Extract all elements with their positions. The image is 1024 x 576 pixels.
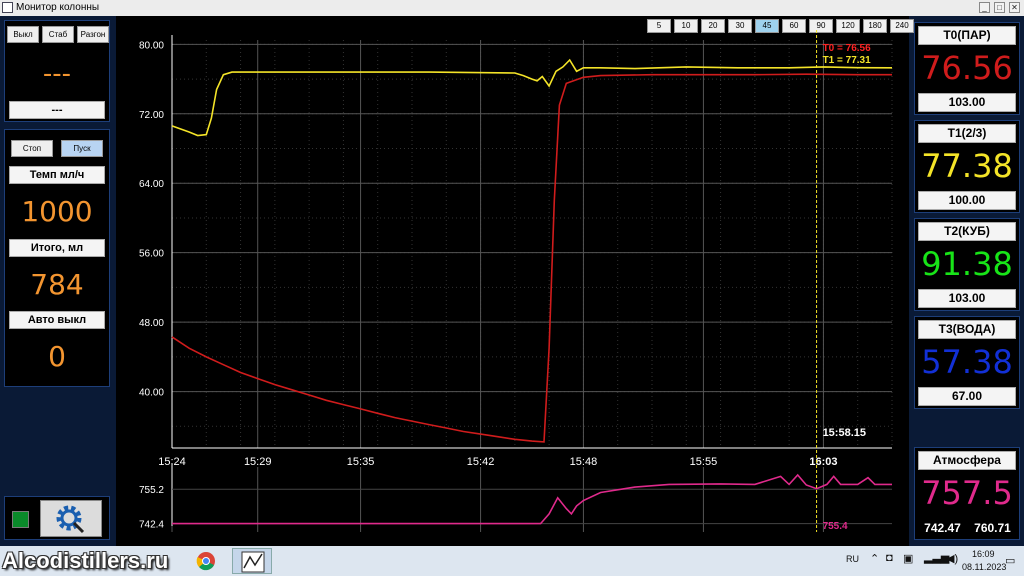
clock-date[interactable]: 08.11.2023: [962, 562, 1006, 572]
window-title: Монитор колонны: [16, 2, 100, 13]
sensor-t2-title: T2(КУБ): [918, 222, 1016, 241]
mode-stab-button[interactable]: Стаб: [42, 26, 74, 43]
x-tick-label: 15:35: [347, 456, 375, 468]
mode-status-sub: ---: [9, 101, 105, 119]
atmosphere-max: 760.71: [974, 521, 1011, 535]
sensor-t3-setpoint[interactable]: 67.00: [918, 387, 1016, 406]
sensor-t0-setpoint[interactable]: 103.00: [918, 93, 1016, 112]
taskbar: Alcodistillers.ru RU ⌃ ◘ ▣ ▂▃▅ ◀) 16:09 …: [0, 546, 1024, 576]
rate-value: 1000: [21, 195, 93, 228]
temperature-series-line-0: [171, 73, 892, 443]
sensor-t0-value: 76.56: [921, 49, 1013, 87]
tray-network-icon[interactable]: ▣: [903, 552, 913, 565]
clock-time[interactable]: 16:09: [972, 549, 995, 559]
pressure-series-line-0: [172, 473, 892, 525]
language-indicator[interactable]: RU: [846, 554, 859, 564]
sensor-t3-title: T3(ВОДА): [918, 320, 1016, 339]
x-tick-label: 16:03: [809, 456, 837, 468]
tray-app-icon[interactable]: ◘: [886, 552, 893, 564]
minimize-button[interactable]: _: [979, 2, 990, 13]
app-icon: [2, 2, 13, 13]
x-tick-label: 15:55: [690, 456, 718, 468]
tray-expand-icon[interactable]: ⌃: [870, 552, 879, 565]
volume-icon[interactable]: ◀): [946, 552, 958, 565]
sensor-t2-setpoint[interactable]: 103.00: [918, 289, 1016, 308]
title-bar: Монитор колонны _ □ ✕: [0, 0, 1024, 16]
sub-y-tick-label: 742.4: [139, 520, 164, 531]
chart-area[interactable]: 5 10 20 30 45 60 90 120 180 240 15:24 15:29 15:35 15…: [116, 16, 914, 546]
total-label: Итого, мл: [9, 239, 105, 257]
sensor-t1-setpoint[interactable]: 100.00: [918, 191, 1016, 210]
chrome-icon: [196, 552, 215, 571]
sensor-t0-title: T0(ПАР): [918, 26, 1016, 45]
x-tick-label: 15:48: [570, 456, 598, 468]
mode-status-value: ---: [42, 59, 72, 89]
x-tick-label: 15:42: [467, 456, 495, 468]
legend-t1: T1 = 77.31: [823, 55, 872, 66]
stop-button[interactable]: Стоп: [11, 140, 53, 157]
y-tick-label: 64.00: [139, 179, 164, 190]
settings-panel: [4, 496, 110, 540]
chrome-taskbar-icon[interactable]: [193, 550, 219, 572]
start-button[interactable]: Пуск: [61, 140, 103, 157]
total-value: 784: [30, 268, 84, 301]
settings-gear-icon: [56, 505, 85, 534]
close-button[interactable]: ✕: [1009, 2, 1020, 13]
monitor-taskbar-button[interactable]: [232, 548, 272, 574]
notifications-icon[interactable]: ▭: [1005, 554, 1015, 567]
atmosphere-min: 742.47: [924, 521, 961, 535]
y-tick-label: 48.00: [139, 318, 164, 329]
temperature-chart[interactable]: 15:24 15:29 15:35 15:42 15:48 15:55 16:0380.00…: [116, 16, 909, 546]
chart-app-icon: [241, 551, 265, 573]
rate-label: Темп мл/ч: [9, 166, 105, 184]
atmosphere-title: Атмосфера: [918, 451, 1016, 470]
y-tick-label: 56.00: [139, 249, 164, 260]
y-tick-label: 40.00: [139, 388, 164, 399]
sensor-t1-panel: T1(2/3) 77.38 100.00: [914, 120, 1020, 213]
sensor-t3-value: 57.38: [921, 343, 1013, 381]
mode-panel: Выкл Стаб Разгон --- ---: [4, 20, 110, 122]
sensor-t3-panel: T3(ВОДА) 57.38 67.00: [914, 316, 1020, 409]
y-tick-label: 80.00: [139, 40, 164, 51]
cursor-time-label: 15:58.15: [823, 427, 866, 439]
status-indicator: [12, 511, 29, 528]
selection-panel: Стоп Пуск Темп мл/ч 1000 Итого, мл 784 А…: [4, 129, 110, 387]
atmosphere-value: 757.5: [921, 474, 1013, 512]
sub-y-tick-label: 755.2: [139, 485, 164, 496]
sensor-t2-value: 91.38: [921, 245, 1013, 283]
legend-t0: T0 = 76.56: [823, 43, 872, 54]
x-tick-label: 15:29: [244, 456, 272, 468]
sensor-t0-panel: T0(ПАР) 76.56 103.00: [914, 22, 1020, 115]
sensor-t1-value: 77.38: [921, 147, 1013, 185]
site-watermark: Alcodistillers.ru: [2, 548, 169, 573]
maximize-button[interactable]: □: [994, 2, 1005, 13]
y-tick-label: 72.00: [139, 110, 164, 121]
auto-off-label: Авто выкл: [9, 311, 105, 329]
auto-off-value: 0: [48, 340, 66, 373]
mode-boost-button[interactable]: Разгон: [77, 26, 109, 43]
settings-button[interactable]: [40, 500, 102, 537]
sensor-t2-panel: T2(КУБ) 91.38 103.00: [914, 218, 1020, 311]
mode-off-button[interactable]: Выкл: [7, 26, 39, 43]
atmosphere-panel: Атмосфера 757.5 742.47 760.71: [914, 447, 1020, 540]
sensor-t1-title: T1(2/3): [918, 124, 1016, 143]
app-area: Выкл Стаб Разгон --- --- Стоп Пуск Темп …: [0, 16, 1024, 546]
temperature-series-line-1: [171, 58, 893, 137]
cursor-pressure-label: 755.4: [823, 521, 848, 532]
